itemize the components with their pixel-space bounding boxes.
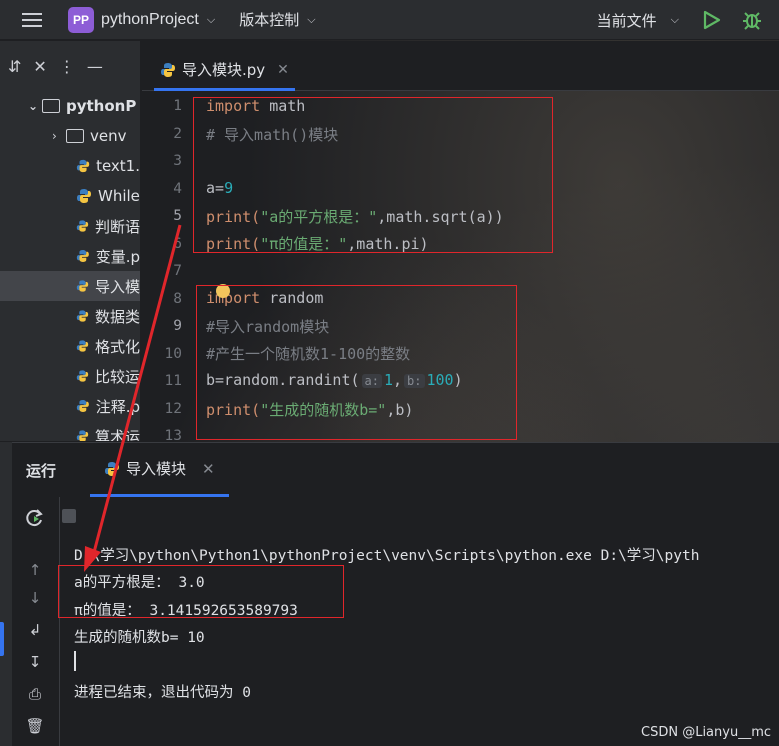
watermark: CSDN @Lianyu__mc xyxy=(641,725,771,740)
annotation-arrow xyxy=(84,224,182,572)
